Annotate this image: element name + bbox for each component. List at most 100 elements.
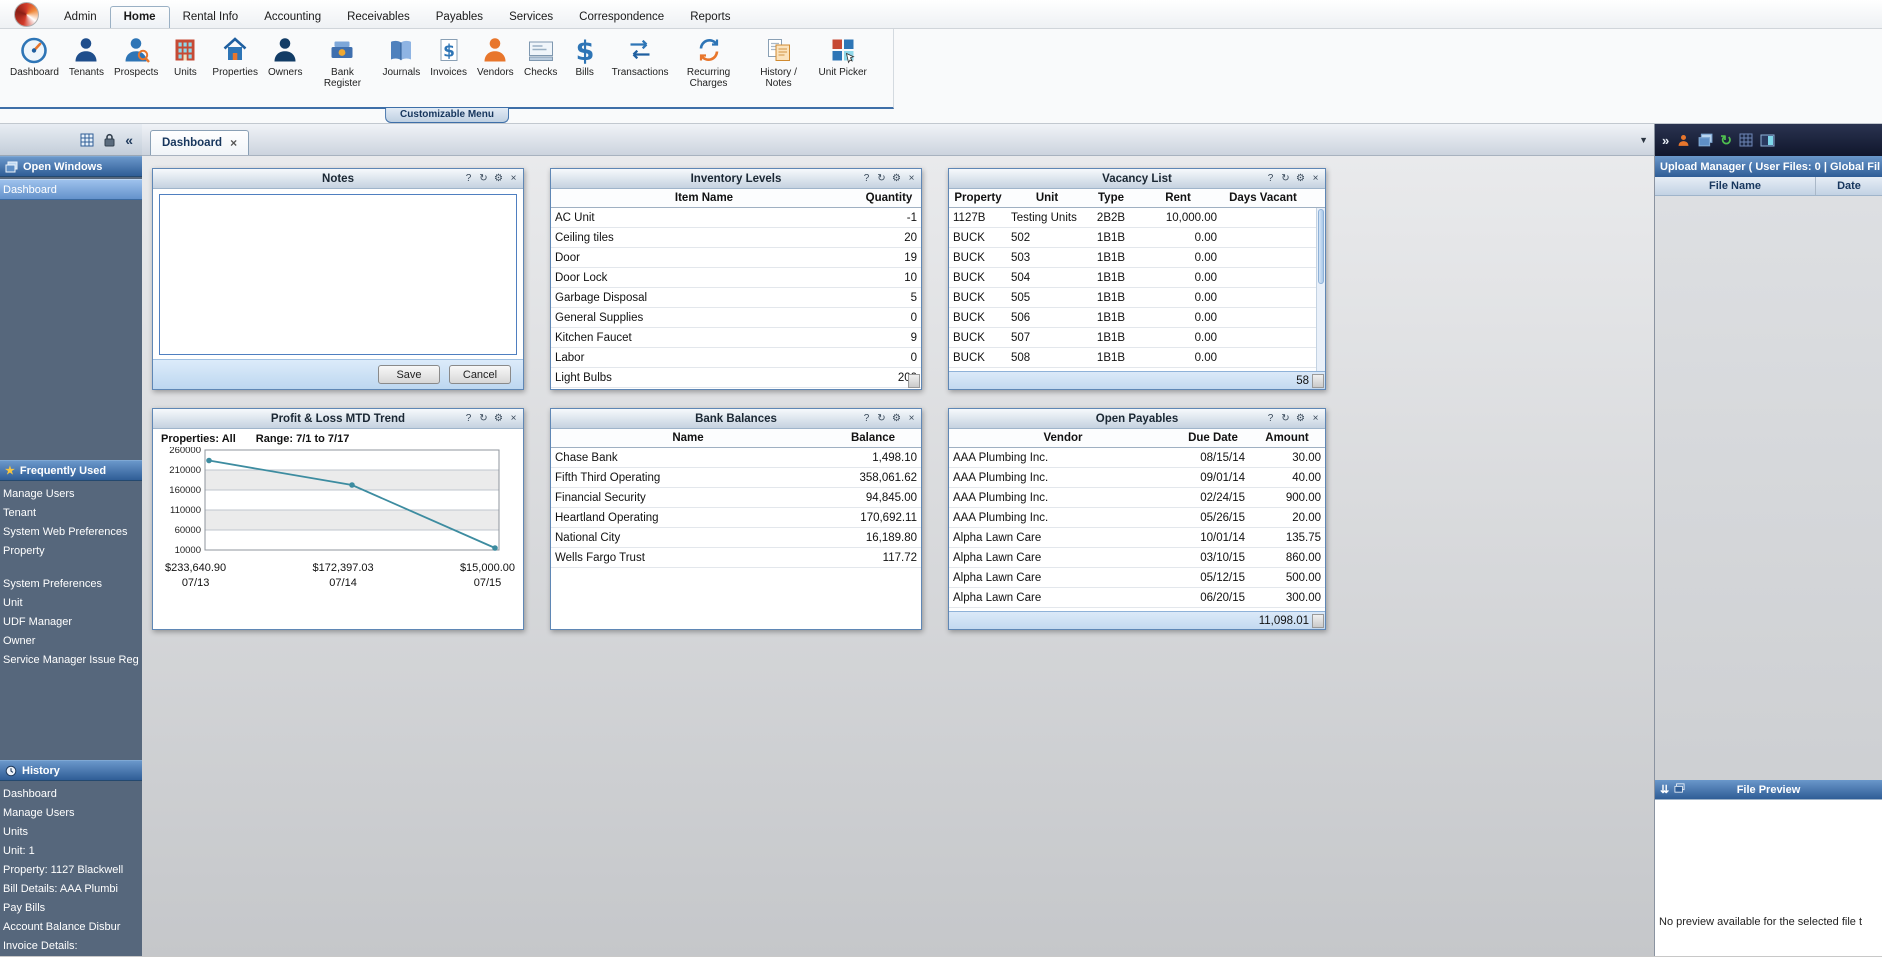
inventory-row[interactable]: Door19 <box>551 248 921 268</box>
expand-panel-icon[interactable]: » <box>1662 133 1669 148</box>
vacancy-row[interactable]: 1127BTesting Units2B2B10,000.00 <box>949 208 1325 228</box>
toolbar-units-button[interactable]: Units <box>164 32 206 78</box>
help-icon[interactable]: ? <box>861 174 872 184</box>
inventory-row[interactable]: AC Unit-1 <box>551 208 921 228</box>
menu-item-services[interactable]: Services <box>496 7 566 28</box>
notes-textarea[interactable] <box>159 194 517 355</box>
frequently-used-item[interactable]: Owner <box>0 632 142 651</box>
vacancy-row[interactable]: BUCK5051B1B0.00 <box>949 288 1325 308</box>
frequently-used-item[interactable]: Service Manager Issue Reg <box>0 651 142 670</box>
toolbar-bank-register-button[interactable]: Bank Register <box>308 32 376 89</box>
payable-row[interactable]: Alpha Lawn Care05/12/15500.00 <box>949 568 1325 588</box>
toolbar-bills-button[interactable]: $Bills <box>564 32 606 78</box>
menu-item-accounting[interactable]: Accounting <box>251 7 334 28</box>
toolbar-journals-button[interactable]: Journals <box>378 32 424 78</box>
inventory-row[interactable]: General Supplies0 <box>551 308 921 328</box>
grid-view-icon[interactable] <box>80 133 94 147</box>
vacancy-row[interactable]: BUCK5081B1B0.00 <box>949 348 1325 368</box>
toolbar-recurring-charges-button[interactable]: Recurring Charges <box>675 32 743 89</box>
payable-row[interactable]: Alpha Lawn Care03/10/15860.00 <box>949 548 1325 568</box>
payable-row[interactable]: AAA Plumbing Inc.02/24/15900.00 <box>949 488 1325 508</box>
vacancy-row[interactable]: BUCK5071B1B0.00 <box>949 328 1325 348</box>
frequently-used-item[interactable]: Tenant <box>0 504 142 523</box>
toolbar-prospects-button[interactable]: Prospects <box>110 32 162 78</box>
toolbar-vendors-button[interactable]: Vendors <box>473 32 518 78</box>
toolbar-invoices-button[interactable]: $Invoices <box>426 32 471 78</box>
menu-item-rental-info[interactable]: Rental Info <box>170 7 252 28</box>
upload-manager-file-list[interactable] <box>1655 196 1882 780</box>
menu-item-payables[interactable]: Payables <box>423 7 496 28</box>
history-item[interactable]: Property: 1127 Blackwell <box>0 861 142 880</box>
vacancy-scrollbar[interactable] <box>1316 208 1325 371</box>
popout-icon[interactable] <box>1674 783 1685 796</box>
bank-account-row[interactable]: Financial Security94,845.00 <box>551 488 921 508</box>
save-button[interactable]: Save <box>378 365 440 384</box>
payable-row[interactable]: AAA Plumbing Inc.08/15/1430.00 <box>949 448 1325 468</box>
scrollbar-thumb[interactable] <box>1318 209 1324 284</box>
tab-dashboard[interactable]: Dashboard × <box>150 130 249 155</box>
collapse-preview-icon[interactable]: ⇊ <box>1660 783 1669 796</box>
toolbar-history-notes-button[interactable]: History / Notes <box>745 32 813 89</box>
inventory-row[interactable]: Door Lock10 <box>551 268 921 288</box>
toolbar-dashboard-button[interactable]: Dashboard <box>6 32 63 78</box>
close-icon[interactable]: × <box>1310 174 1321 184</box>
payable-row[interactable]: AAA Plumbing Inc.09/01/1440.00 <box>949 468 1325 488</box>
settings-icon[interactable]: ⚙ <box>1295 174 1306 184</box>
history-item[interactable]: Invoice Details: <box>0 937 142 956</box>
toolbar-transactions-button[interactable]: Transactions <box>608 32 673 78</box>
toolbar-tenants-button[interactable]: Tenants <box>65 32 108 78</box>
vacancy-row[interactable]: BUCK5031B1B0.00 <box>949 248 1325 268</box>
toolbar-owners-button[interactable]: Owners <box>264 32 306 78</box>
tab-list-dropdown-icon[interactable]: ▼ <box>1633 132 1654 148</box>
menu-item-correspondence[interactable]: Correspondence <box>566 7 677 28</box>
collapse-sidebar-icon[interactable]: « <box>125 133 133 147</box>
menu-item-home[interactable]: Home <box>110 6 170 28</box>
bank-account-row[interactable]: Fifth Third Operating358,061.62 <box>551 468 921 488</box>
history-header[interactable]: History <box>0 760 142 781</box>
menu-item-reports[interactable]: Reports <box>677 7 743 28</box>
inventory-row[interactable]: Labor0 <box>551 348 921 368</box>
frequently-used-item[interactable]: Property <box>0 542 142 561</box>
frequently-used-header[interactable]: ★ Frequently Used <box>0 460 142 481</box>
frequently-used-item[interactable]: System Web Preferences <box>0 523 142 542</box>
window-icon[interactable] <box>1698 133 1713 147</box>
vacancy-row[interactable]: BUCK5021B1B0.00 <box>949 228 1325 248</box>
history-item[interactable]: Units <box>0 823 142 842</box>
payable-row[interactable]: AAA Plumbing Inc.05/26/1520.00 <box>949 508 1325 528</box>
refresh-icon[interactable]: ↻ <box>876 174 887 184</box>
open-window-item[interactable]: Dashboard <box>0 179 142 200</box>
frequently-used-item[interactable]: System Preferences <box>0 575 142 594</box>
help-icon[interactable]: ? <box>861 414 872 424</box>
frequently-used-item[interactable]: Manage Users <box>0 485 142 504</box>
close-icon[interactable]: × <box>508 414 519 424</box>
toolbar-properties-button[interactable]: Properties <box>208 32 262 78</box>
split-layout-icon[interactable] <box>1760 134 1775 147</box>
help-icon[interactable]: ? <box>1265 414 1276 424</box>
vacancy-row[interactable]: BUCK5041B1B0.00 <box>949 268 1325 288</box>
history-item[interactable]: Dashboard <box>0 785 142 804</box>
help-icon[interactable]: ? <box>463 414 474 424</box>
refresh-icon[interactable]: ↻ <box>1720 132 1732 149</box>
refresh-icon[interactable]: ↻ <box>478 414 489 424</box>
file-name-column-header[interactable]: File Name <box>1655 177 1816 195</box>
bank-account-row[interactable]: National City16,189.80 <box>551 528 921 548</box>
cancel-button[interactable]: Cancel <box>449 365 511 384</box>
date-column-header[interactable]: Date <box>1816 177 1882 195</box>
refresh-icon[interactable]: ↻ <box>1280 414 1291 424</box>
grid-icon[interactable] <box>1739 133 1753 147</box>
settings-icon[interactable]: ⚙ <box>891 414 902 424</box>
history-item[interactable]: Manage Users <box>0 804 142 823</box>
history-item[interactable]: Unit: 1 <box>0 842 142 861</box>
payable-row[interactable]: Alpha Lawn Care10/01/14135.75 <box>949 528 1325 548</box>
vacancy-row[interactable]: BUCK5061B1B0.00 <box>949 308 1325 328</box>
help-icon[interactable]: ? <box>463 174 474 184</box>
open-windows-header[interactable]: Open Windows <box>0 156 142 177</box>
close-icon[interactable]: × <box>906 174 917 184</box>
user-icon[interactable] <box>1676 133 1691 148</box>
payable-row[interactable]: Alpha Lawn Care06/20/15300.00 <box>949 588 1325 608</box>
close-icon[interactable]: × <box>906 414 917 424</box>
refresh-icon[interactable]: ↻ <box>478 174 489 184</box>
frequently-used-item[interactable]: UDF Manager <box>0 613 142 632</box>
close-icon[interactable]: × <box>508 174 519 184</box>
close-icon[interactable]: × <box>1310 414 1321 424</box>
